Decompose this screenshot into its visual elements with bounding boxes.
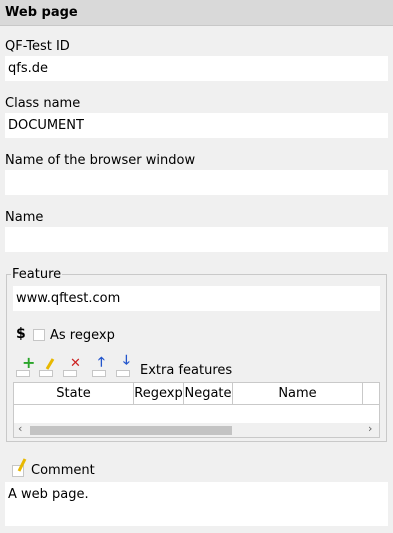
panel-header: Web page (0, 0, 393, 26)
qftest-id-label: QF-Test ID (5, 39, 70, 54)
column-header-state[interactable]: State (14, 383, 134, 404)
arrow-down-icon: 🡓 (123, 353, 130, 368)
comment-label: Comment (31, 463, 95, 478)
name-field[interactable] (5, 227, 388, 252)
feature-field[interactable]: www.qftest.com (13, 286, 380, 311)
scrollbar-thumb[interactable] (30, 426, 232, 435)
extra-features-table[interactable]: State Regexp Negate Name ‹ › (13, 382, 380, 438)
arrow-up-icon: 🡑 (98, 355, 105, 370)
column-header-filler (363, 383, 379, 404)
scroll-left-icon[interactable]: ‹ (18, 422, 22, 435)
edit-feature-button-frame (39, 370, 53, 377)
column-header-name[interactable]: Name (233, 383, 363, 404)
browser-window-field[interactable] (5, 170, 388, 195)
comment-field[interactable]: A web page. (5, 482, 388, 526)
horizontal-scrollbar[interactable]: ‹ › (14, 422, 379, 437)
as-regexp-label: As regexp (50, 328, 115, 343)
browser-window-label: Name of the browser window (5, 153, 196, 168)
pencil-icon (45, 358, 55, 370)
as-regexp-checkbox[interactable] (33, 329, 45, 341)
scroll-right-icon[interactable]: › (368, 422, 372, 435)
move-up-button[interactable]: 🡑 (92, 355, 110, 377)
name-label: Name (5, 210, 44, 225)
comment-pencil-icon (17, 458, 27, 472)
delete-icon: ✕ (70, 356, 81, 371)
column-header-regexp[interactable]: Regexp (134, 383, 184, 404)
delete-feature-button[interactable]: ✕ (63, 357, 81, 377)
delete-feature-button-frame (63, 370, 77, 377)
regexp-symbol: $ (16, 326, 26, 342)
class-name-label: Class name (5, 96, 81, 111)
class-name-field[interactable]: DOCUMENT (5, 113, 388, 138)
table-header-row: State Regexp Negate Name (14, 383, 379, 405)
move-down-button[interactable]: 🡓 (116, 353, 134, 377)
feature-legend: Feature (11, 267, 63, 282)
add-feature-button[interactable]: + (16, 353, 36, 377)
edit-feature-button[interactable] (39, 357, 57, 377)
move-down-button-frame (116, 370, 130, 377)
column-header-negate[interactable]: Negate (184, 383, 233, 404)
extra-features-label: Extra features (140, 363, 233, 378)
panel-title: Web page (5, 5, 78, 20)
move-up-button-frame (92, 370, 106, 377)
plus-icon: + (22, 353, 36, 372)
qftest-id-field[interactable]: qfs.de (5, 56, 388, 81)
